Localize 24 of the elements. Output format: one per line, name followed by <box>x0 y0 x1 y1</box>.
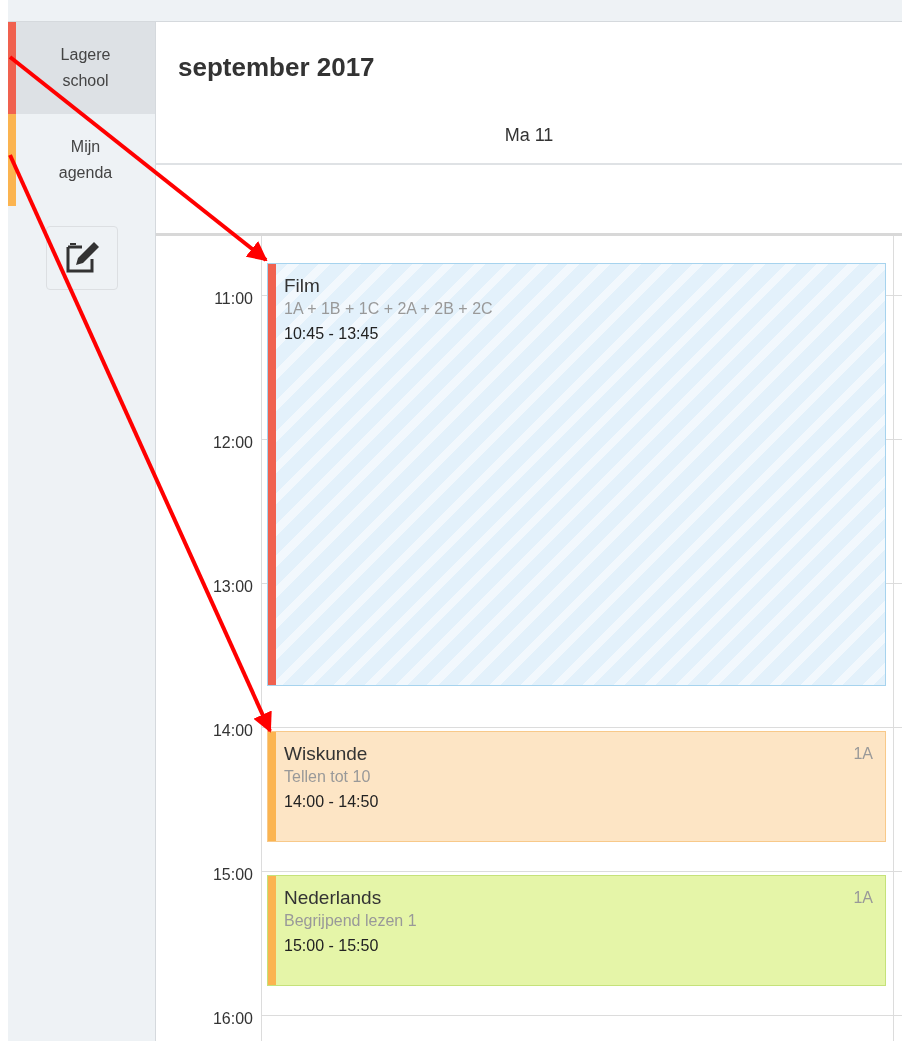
time-label: 13:00 <box>211 577 253 597</box>
day-header: Ma 11 <box>504 124 554 147</box>
event-group: 1A <box>853 886 873 910</box>
event-card[interactable]: Wiskunde 1A Tellen tot 10 14:00 - 14:50 <box>267 731 886 842</box>
event-title: Nederlands <box>284 886 382 910</box>
event-time: 15:00 - 15:50 <box>284 936 379 956</box>
event-time: 10:45 - 13:45 <box>284 324 379 344</box>
event-title: Film <box>284 274 320 298</box>
time-label: 16:00 <box>211 1009 253 1029</box>
time-label: 15:00 <box>211 865 253 885</box>
calendar-tab[interactable]: Lagere school <box>8 22 155 114</box>
edit-button[interactable] <box>45 226 118 290</box>
event-subtitle: Tellen tot 10 <box>284 767 371 787</box>
time-label: 11:00 <box>213 289 253 309</box>
event-card[interactable]: Nederlands 1A Begrijpend lezen 1 15:00 - 15:50 <box>267 875 886 986</box>
time-label: 12:00 <box>211 433 253 453</box>
time-label: 14:00 <box>211 721 253 741</box>
event-subtitle: 1A + 1B + 1C + 2A + 2B + 2C <box>284 299 493 319</box>
event-group: 1A <box>853 742 873 766</box>
event-time: 14:00 - 14:50 <box>284 792 379 812</box>
event-title: Wiskunde <box>284 742 368 766</box>
event-card[interactable]: Film 1A + 1B + 1C + 2A + 2B + 2C 10:45 - 13:45 <box>267 263 886 686</box>
event-subtitle: Begrijpend lezen 1 <box>284 911 417 931</box>
month-title: september 2017 <box>177 51 376 80</box>
